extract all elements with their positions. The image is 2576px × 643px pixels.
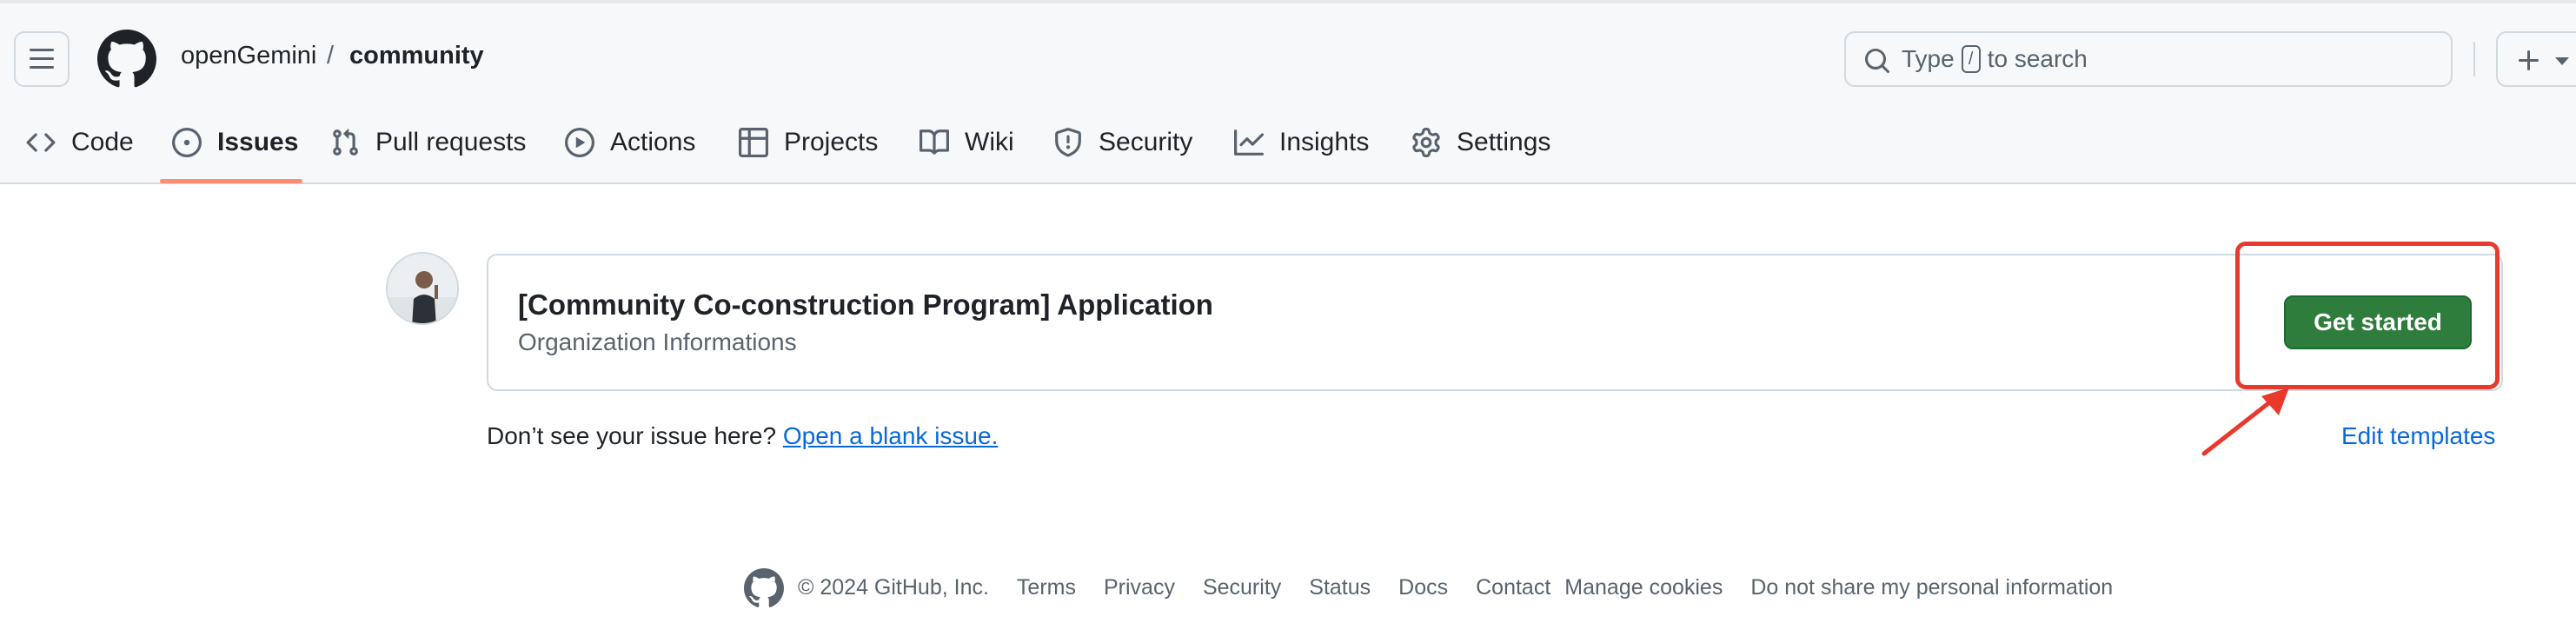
- avatar[interactable]: [386, 252, 459, 325]
- footer-link-do-not-share[interactable]: Do not share my personal information: [1750, 575, 2113, 600]
- hamburger-icon: [30, 49, 54, 69]
- chevron-down-icon: [2555, 57, 2569, 65]
- tab-projects[interactable]: Projects: [739, 122, 878, 163]
- book-icon: [920, 129, 949, 155]
- tab-label: Actions: [610, 128, 696, 156]
- gear-icon: [1412, 128, 1440, 157]
- tab-code[interactable]: Code: [26, 122, 134, 163]
- tab-label: Projects: [784, 128, 879, 156]
- tab-issues[interactable]: Issues: [172, 122, 298, 163]
- search-placeholder: Type / to search: [1902, 45, 2088, 73]
- issue-template-card: [Community Co-construction Program] Appl…: [487, 254, 2503, 391]
- play-icon: [565, 128, 594, 157]
- shield-icon: [1055, 128, 1081, 157]
- code-icon: [26, 133, 56, 152]
- tab-label: Insights: [1279, 128, 1370, 156]
- repo-owner-link[interactable]: openGemini: [181, 42, 316, 70]
- create-new-button[interactable]: [2496, 31, 2576, 87]
- search-prefix: Type: [1902, 45, 1955, 72]
- app-header: openGemini / community Type / to search …: [0, 0, 2576, 184]
- repo-name-link[interactable]: community: [349, 42, 484, 70]
- issue-opened-icon: [172, 128, 202, 157]
- open-blank-issue-link[interactable]: Open a blank issue.: [783, 422, 999, 449]
- tab-wiki[interactable]: Wiki: [920, 122, 1014, 163]
- edit-templates-link[interactable]: Edit templates: [2341, 422, 2495, 450]
- template-title: [Community Co-construction Program] Appl…: [518, 288, 1213, 321]
- footer-link-docs[interactable]: Docs: [1398, 575, 1448, 600]
- footer-link-contact[interactable]: Contact: [1476, 575, 1550, 600]
- avatar-image: [388, 254, 457, 323]
- search-icon: [1865, 49, 1890, 74]
- search-shortcut-key: /: [1961, 45, 1981, 73]
- blank-issue-helper: Don’t see your issue here? Open a blank …: [487, 422, 998, 450]
- footer: © 2024 GitHub, Inc. Terms Privacy Securi…: [798, 575, 2141, 600]
- tab-actions[interactable]: Actions: [565, 122, 695, 163]
- plus-icon: [2519, 50, 2539, 70]
- selected-tab-indicator: [160, 179, 302, 183]
- tab-label: Code: [71, 128, 134, 156]
- footer-link-security[interactable]: Security: [1203, 575, 1281, 600]
- tab-pull-requests[interactable]: Pull requests: [330, 122, 526, 163]
- header-divider: [2473, 42, 2475, 76]
- footer-link-privacy[interactable]: Privacy: [1104, 575, 1175, 600]
- annotation-highlight-box: [2235, 242, 2500, 389]
- breadcrumb-separator: /: [327, 42, 335, 70]
- tab-security[interactable]: Security: [1053, 122, 1192, 163]
- tab-label: Pull requests: [375, 128, 527, 156]
- pull-request-icon: [333, 129, 358, 156]
- tab-label: Security: [1099, 128, 1193, 156]
- search-suffix: to search: [1987, 45, 2088, 72]
- table-icon: [739, 128, 768, 157]
- footer-link-terms[interactable]: Terms: [1017, 575, 1076, 600]
- tab-label: Settings: [1457, 128, 1551, 156]
- helper-text: Don’t see your issue here?: [487, 422, 777, 449]
- graph-icon: [1234, 129, 1264, 156]
- tab-label: Issues: [217, 128, 299, 156]
- annotation-arrow-icon: [2201, 388, 2289, 456]
- footer-copyright: © 2024 GitHub, Inc.: [798, 575, 989, 600]
- menu-button[interactable]: [14, 31, 70, 87]
- tab-label: Wiki: [965, 128, 1014, 156]
- tab-insights[interactable]: Insights: [1234, 122, 1369, 163]
- tab-settings[interactable]: Settings: [1411, 122, 1550, 163]
- template-description: Organization Informations: [518, 328, 797, 355]
- github-logo-icon[interactable]: [744, 568, 784, 608]
- search-input[interactable]: Type / to search: [1844, 31, 2453, 87]
- footer-link-manage-cookies[interactable]: Manage cookies: [1564, 575, 1723, 600]
- github-logo-icon[interactable]: [97, 30, 156, 89]
- top-border: [0, 0, 2576, 3]
- footer-link-status[interactable]: Status: [1309, 575, 1371, 600]
